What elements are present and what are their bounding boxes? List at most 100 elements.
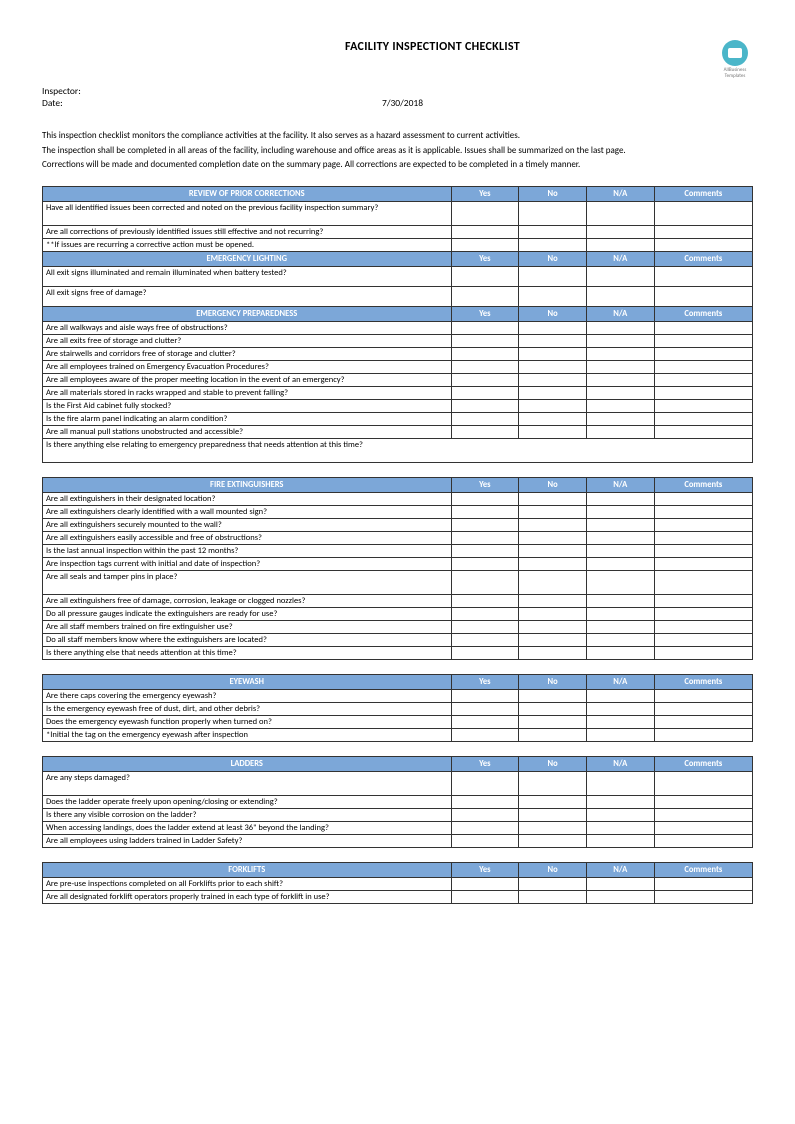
answer-cell-no[interactable] [519,890,587,903]
answer-cell-no[interactable] [519,238,587,251]
answer-cell-comments[interactable] [654,399,752,412]
answer-cell-na[interactable] [586,373,654,386]
answer-cell-na[interactable] [586,808,654,821]
answer-cell-comments[interactable] [654,594,752,607]
answer-cell-comments[interactable] [654,266,752,286]
answer-cell-no[interactable] [519,286,587,306]
answer-cell-comments[interactable] [654,425,752,438]
answer-cell-no[interactable] [519,877,587,890]
answer-cell-yes[interactable] [451,386,519,399]
answer-cell-yes[interactable] [451,715,519,728]
answer-cell-no[interactable] [519,225,587,238]
answer-cell-na[interactable] [586,266,654,286]
answer-cell-comments[interactable] [654,321,752,334]
answer-cell-comments[interactable] [654,505,752,518]
answer-cell-no[interactable] [519,620,587,633]
answer-cell-na[interactable] [586,715,654,728]
answer-cell-comments[interactable] [654,808,752,821]
answer-cell-no[interactable] [519,360,587,373]
answer-cell-na[interactable] [586,594,654,607]
answer-cell-comments[interactable] [654,557,752,570]
answer-cell-na[interactable] [586,505,654,518]
answer-cell-yes[interactable] [451,238,519,251]
answer-cell-yes[interactable] [451,821,519,834]
answer-cell-yes[interactable] [451,544,519,557]
answer-cell-no[interactable] [519,201,587,225]
answer-cell-yes[interactable] [451,594,519,607]
answer-cell-yes[interactable] [451,492,519,505]
answer-cell-no[interactable] [519,607,587,620]
answer-cell-comments[interactable] [654,373,752,386]
answer-cell-no[interactable] [519,771,587,795]
answer-cell-no[interactable] [519,544,587,557]
answer-cell-yes[interactable] [451,505,519,518]
answer-cell-yes[interactable] [451,877,519,890]
answer-cell-no[interactable] [519,834,587,847]
answer-cell-comments[interactable] [654,607,752,620]
answer-cell-na[interactable] [586,225,654,238]
answer-cell-yes[interactable] [451,347,519,360]
answer-cell-no[interactable] [519,821,587,834]
answer-cell-yes[interactable] [451,425,519,438]
answer-cell-na[interactable] [586,570,654,594]
answer-cell-na[interactable] [586,795,654,808]
answer-cell-yes[interactable] [451,834,519,847]
answer-cell-yes[interactable] [451,518,519,531]
answer-cell-comments[interactable] [654,715,752,728]
answer-cell-comments[interactable] [654,821,752,834]
answer-cell-comments[interactable] [654,201,752,225]
answer-cell-no[interactable] [519,531,587,544]
answer-cell-na[interactable] [586,425,654,438]
answer-cell-yes[interactable] [451,633,519,646]
answer-cell-comments[interactable] [654,286,752,306]
answer-cell-yes[interactable] [451,689,519,702]
answer-cell-comments[interactable] [654,646,752,659]
answer-cell-yes[interactable] [451,808,519,821]
answer-cell-yes[interactable] [451,399,519,412]
answer-cell-na[interactable] [586,238,654,251]
answer-cell-comments[interactable] [654,225,752,238]
answer-cell-na[interactable] [586,834,654,847]
answer-cell-no[interactable] [519,594,587,607]
answer-cell-no[interactable] [519,321,587,334]
answer-cell-yes[interactable] [451,266,519,286]
answer-cell-comments[interactable] [654,518,752,531]
answer-cell-yes[interactable] [451,702,519,715]
answer-cell-no[interactable] [519,334,587,347]
answer-cell-comments[interactable] [654,890,752,903]
answer-cell-na[interactable] [586,334,654,347]
answer-cell-comments[interactable] [654,795,752,808]
answer-cell-comments[interactable] [654,702,752,715]
answer-cell-no[interactable] [519,373,587,386]
answer-cell-yes[interactable] [451,795,519,808]
answer-cell-na[interactable] [586,689,654,702]
answer-cell-na[interactable] [586,620,654,633]
answer-cell-na[interactable] [586,821,654,834]
answer-cell-no[interactable] [519,518,587,531]
answer-cell-yes[interactable] [451,531,519,544]
answer-cell-comments[interactable] [654,347,752,360]
answer-cell-na[interactable] [586,890,654,903]
answer-cell-no[interactable] [519,570,587,594]
answer-cell-na[interactable] [586,360,654,373]
answer-cell-comments[interactable] [654,544,752,557]
answer-cell-na[interactable] [586,492,654,505]
answer-cell-yes[interactable] [451,557,519,570]
answer-cell-na[interactable] [586,286,654,306]
answer-cell-yes[interactable] [451,412,519,425]
answer-cell-yes[interactable] [451,646,519,659]
answer-cell-yes[interactable] [451,286,519,306]
answer-cell-no[interactable] [519,557,587,570]
answer-cell-no[interactable] [519,646,587,659]
answer-cell-yes[interactable] [451,321,519,334]
answer-cell-no[interactable] [519,808,587,821]
answer-cell-na[interactable] [586,399,654,412]
answer-cell-na[interactable] [586,877,654,890]
answer-cell-no[interactable] [519,633,587,646]
answer-cell-na[interactable] [586,321,654,334]
answer-cell-na[interactable] [586,771,654,795]
answer-cell-no[interactable] [519,399,587,412]
answer-cell-na[interactable] [586,531,654,544]
answer-cell-no[interactable] [519,425,587,438]
answer-cell-yes[interactable] [451,771,519,795]
